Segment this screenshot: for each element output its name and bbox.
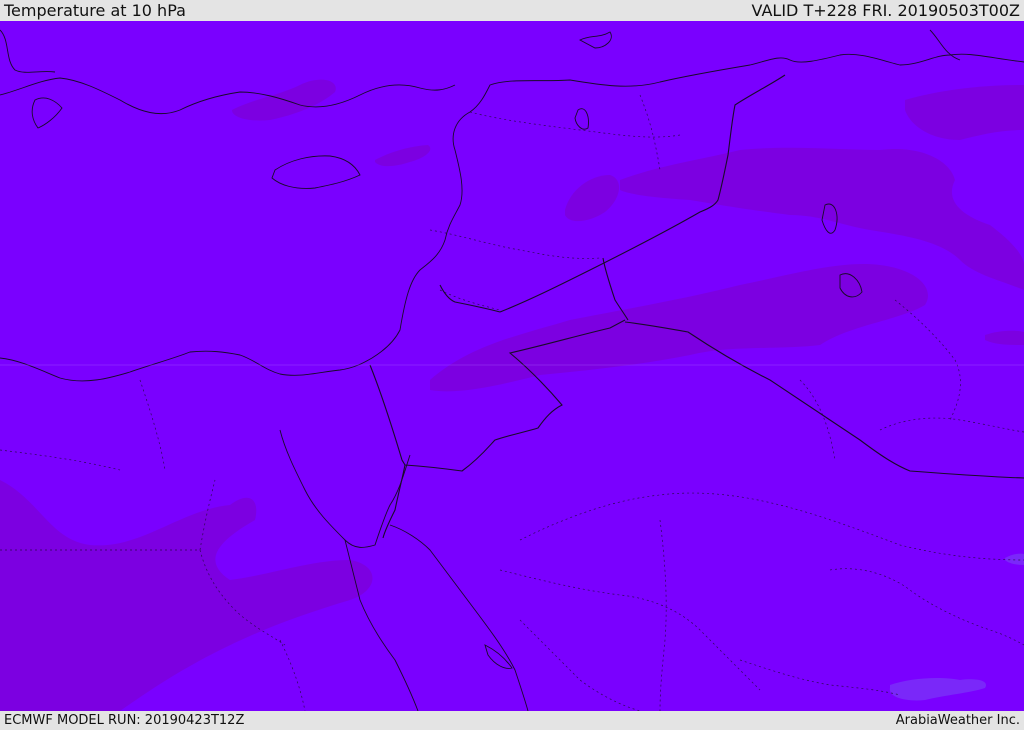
footer-bar: ECMWF MODEL RUN: 20190423T12Z ArabiaWeat… bbox=[0, 711, 1024, 729]
header-bar: Temperature at 10 hPa VALID T+228 FRI. 2… bbox=[0, 0, 1024, 21]
valid-time: VALID T+228 FRI. 20190503T00Z bbox=[751, 1, 1020, 20]
credit-label: ArabiaWeather Inc. bbox=[895, 713, 1020, 728]
model-run-label: ECMWF MODEL RUN: 20190423T12Z bbox=[4, 713, 245, 728]
weather-map bbox=[0, 21, 1024, 711]
map-title: Temperature at 10 hPa bbox=[4, 1, 186, 20]
